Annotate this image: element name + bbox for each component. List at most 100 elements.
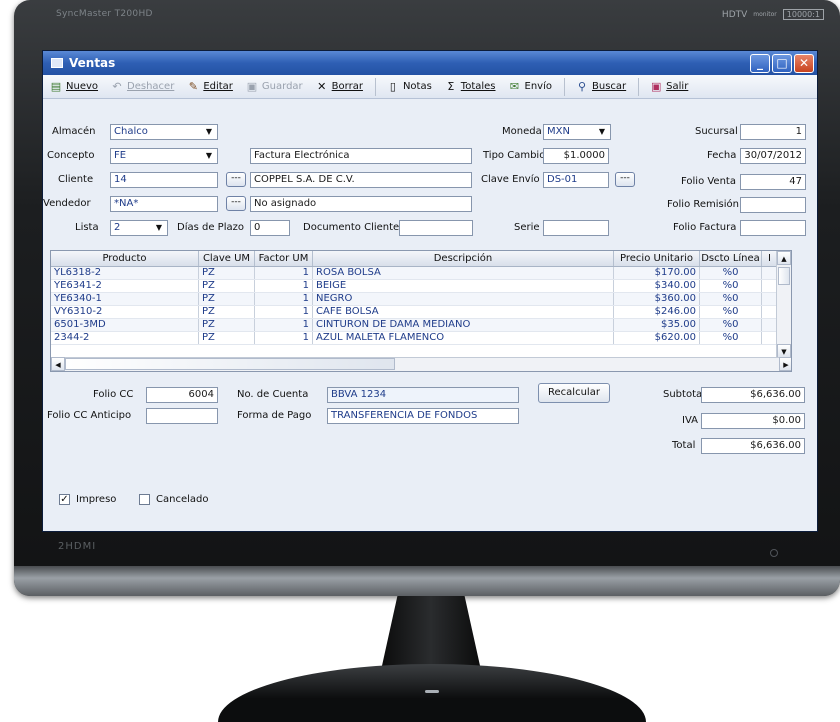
cuenta-field[interactable]: BBVA 1234 bbox=[327, 387, 519, 403]
folio-cc-anticipo-field[interactable] bbox=[146, 408, 218, 424]
notas-button[interactable]: ▯ Notas bbox=[386, 80, 432, 93]
table-row[interactable]: 2344-2 PZ 1 AZUL MALETA FLAMENCO $620.00… bbox=[51, 332, 791, 345]
moneda-value: MXN bbox=[547, 126, 570, 137]
dias-plazo-field[interactable]: 0 bbox=[250, 220, 290, 236]
new-document-icon: ▤ bbox=[50, 80, 62, 93]
vendedor-lookup-button[interactable]: --- bbox=[226, 196, 246, 211]
cliente-lookup-button[interactable]: --- bbox=[226, 172, 246, 187]
scroll-up-icon[interactable]: ▲ bbox=[777, 251, 791, 265]
scroll-down-icon[interactable]: ▼ bbox=[777, 344, 791, 358]
buscar-label: Buscar bbox=[592, 81, 627, 92]
documento-cliente-label: Documento Cliente bbox=[303, 222, 400, 233]
clave-envio-field[interactable]: DS-01 bbox=[543, 172, 609, 188]
table-row[interactable]: VY6310-2 PZ 1 CAFE BOLSA $246.00 %0 bbox=[51, 306, 791, 319]
lista-select[interactable]: 2 ▼ bbox=[110, 220, 168, 236]
editar-button[interactable]: ✎ Editar bbox=[186, 80, 233, 93]
edit-icon: ✎ bbox=[188, 80, 198, 93]
window-controls: _ □ ✕ bbox=[750, 53, 814, 73]
nuevo-label: Nuevo bbox=[66, 81, 99, 92]
moneda-label: Moneda bbox=[502, 126, 542, 137]
folio-remision-field[interactable] bbox=[740, 197, 806, 213]
envio-button[interactable]: ✉ Envío bbox=[508, 80, 552, 93]
totales-button[interactable]: Σ Totales bbox=[444, 80, 496, 93]
folio-factura-field[interactable] bbox=[740, 220, 806, 236]
editar-label: Editar bbox=[203, 81, 233, 92]
notes-icon: ▯ bbox=[389, 80, 396, 93]
totales-label: Totales bbox=[460, 81, 496, 92]
cell-dscto: %0 bbox=[700, 267, 762, 279]
cell-descripcion: ROSA BOLSA bbox=[313, 267, 614, 279]
cell-dscto: %0 bbox=[700, 293, 762, 305]
grid-body: YL6318-2 PZ 1 ROSA BOLSA $170.00 %0 YE63… bbox=[51, 267, 791, 345]
column-header[interactable]: Precio Unitario bbox=[614, 251, 700, 266]
cell-descripcion: BEIGE bbox=[313, 280, 614, 292]
guardar-button[interactable]: ▣ Guardar bbox=[245, 80, 303, 93]
folio-cc-label: Folio CC bbox=[93, 389, 134, 400]
almacen-select[interactable]: Chalco ▼ bbox=[110, 124, 218, 140]
nuevo-button[interactable]: ▤ Nuevo bbox=[49, 80, 98, 93]
scroll-left-icon[interactable]: ◀ bbox=[51, 357, 65, 371]
recalcular-button[interactable]: Recalcular bbox=[538, 383, 610, 403]
documento-cliente-field[interactable] bbox=[399, 220, 473, 236]
cliente-field[interactable]: 14 bbox=[110, 172, 218, 188]
clave-envio-lookup-button[interactable]: --- bbox=[615, 172, 635, 187]
buscar-button[interactable]: ⚲ Buscar bbox=[575, 80, 626, 93]
column-header[interactable]: Producto bbox=[51, 251, 199, 266]
deshacer-button[interactable]: ↶ Deshacer bbox=[110, 80, 174, 93]
cell-clave-um: PZ bbox=[199, 319, 255, 331]
vendedor-field[interactable]: *NA* bbox=[110, 196, 218, 212]
sucursal-field[interactable]: 1 bbox=[740, 124, 806, 140]
folio-venta-field[interactable]: 47 bbox=[740, 174, 806, 190]
scroll-thumb[interactable] bbox=[65, 358, 395, 370]
monitor-base bbox=[218, 664, 646, 722]
cell-descripcion: AZUL MALETA FLAMENCO bbox=[313, 332, 614, 344]
maximize-button[interactable]: □ bbox=[772, 53, 792, 73]
table-row[interactable]: 6501-3MD PZ 1 CINTURON DE DAMA MEDIANO $… bbox=[51, 319, 791, 332]
products-grid[interactable]: Producto Clave UM Factor UM Descripción … bbox=[50, 250, 792, 372]
cell-factor-um: 1 bbox=[255, 267, 313, 279]
cell-descripcion: NEGRO bbox=[313, 293, 614, 305]
chevron-down-icon: ▼ bbox=[205, 127, 213, 136]
cell-producto: VY6310-2 bbox=[51, 306, 199, 318]
fecha-field[interactable]: 30/07/2012 bbox=[740, 148, 806, 164]
cell-precio: $360.00 bbox=[614, 293, 700, 305]
scroll-right-icon[interactable]: ▶ bbox=[779, 357, 791, 371]
scroll-thumb[interactable] bbox=[778, 267, 790, 285]
chevron-down-icon: ▼ bbox=[205, 151, 213, 160]
cell-precio: $340.00 bbox=[614, 280, 700, 292]
column-header[interactable]: Dscto Línea bbox=[700, 251, 762, 266]
send-icon: ✉ bbox=[509, 80, 520, 93]
cancelado-checkbox[interactable] bbox=[139, 494, 150, 505]
salir-button[interactable]: ▣ Salir bbox=[649, 80, 688, 93]
monitor-stage: SyncMaster T200HD HDTV monitor 10000:1 2… bbox=[0, 0, 840, 722]
grid-vertical-scrollbar[interactable]: ▲ ▼ bbox=[776, 251, 791, 358]
power-icon[interactable] bbox=[770, 549, 778, 557]
minimize-button[interactable]: _ bbox=[750, 53, 770, 73]
column-header[interactable]: Clave UM bbox=[199, 251, 255, 266]
column-header[interactable]: Factor UM bbox=[255, 251, 313, 266]
tipo-cambio-field[interactable]: $1.0000 bbox=[543, 148, 609, 164]
table-row[interactable]: YE6341-2 PZ 1 BEIGE $340.00 %0 bbox=[51, 280, 791, 293]
forma-pago-field[interactable]: TRANSFERENCIA DE FONDOS bbox=[327, 408, 519, 424]
vendedor-label: Vendedor bbox=[43, 198, 91, 209]
moneda-select[interactable]: MXN ▼ bbox=[543, 124, 611, 140]
serie-field[interactable] bbox=[543, 220, 609, 236]
close-button[interactable]: ✕ bbox=[794, 53, 814, 73]
table-row[interactable]: YL6318-2 PZ 1 ROSA BOLSA $170.00 %0 bbox=[51, 267, 791, 280]
concepto-select[interactable]: FE ▼ bbox=[110, 148, 218, 164]
chevron-down-icon: ▼ bbox=[155, 223, 163, 232]
impreso-checkbox[interactable]: ✓ bbox=[59, 494, 70, 505]
table-row[interactable]: YE6340-1 PZ 1 NEGRO $360.00 %0 bbox=[51, 293, 791, 306]
folio-cc-field[interactable]: 6004 bbox=[146, 387, 218, 403]
folio-cc-anticipo-label: Folio CC Anticipo bbox=[47, 410, 132, 421]
column-header[interactable]: Descripción bbox=[313, 251, 614, 266]
grid-horizontal-scrollbar[interactable]: ◀ ▶ bbox=[51, 357, 791, 371]
monitor-brand: SyncMaster T200HD bbox=[56, 9, 153, 19]
clave-envio-label: Clave Envío bbox=[481, 174, 540, 185]
cell-precio: $246.00 bbox=[614, 306, 700, 318]
window-menu-icon[interactable] bbox=[51, 58, 63, 68]
borrar-button[interactable]: ✕ Borrar bbox=[315, 80, 363, 93]
cancelado-label: Cancelado bbox=[156, 494, 209, 505]
hdmi-label: 2HDMI bbox=[58, 541, 97, 552]
window-titlebar[interactable]: Ventas _ □ ✕ bbox=[43, 51, 817, 75]
